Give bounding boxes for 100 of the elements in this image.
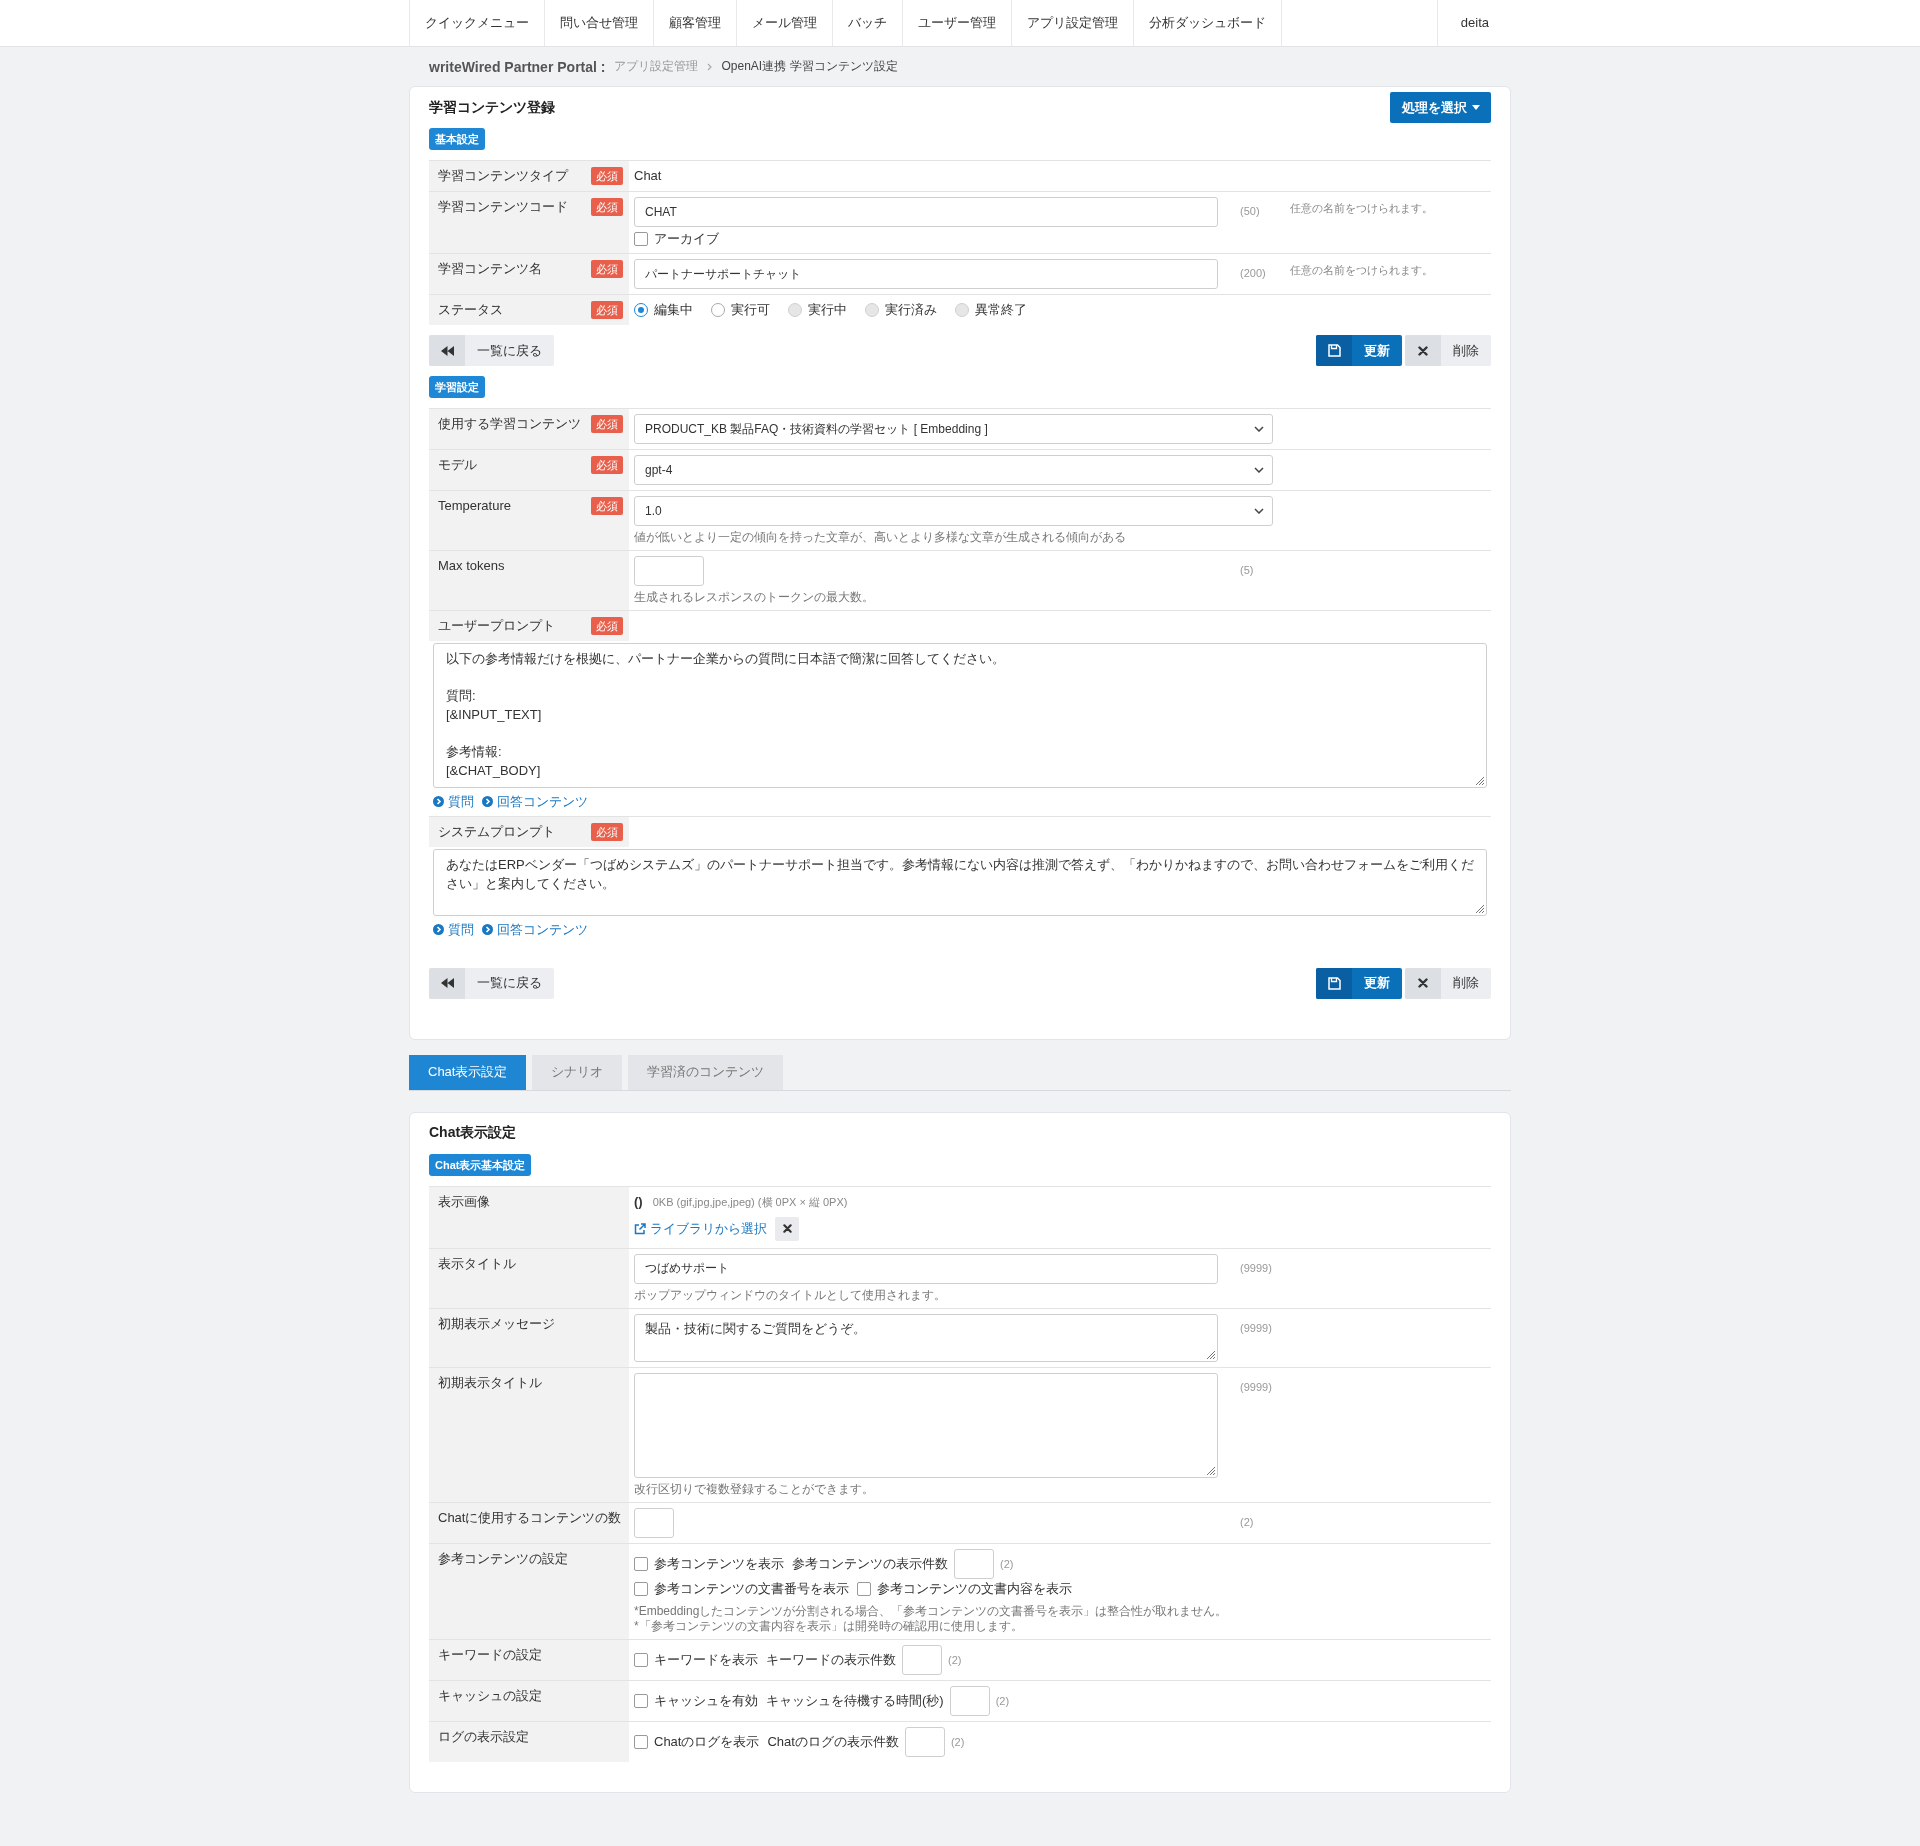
number-input[interactable] — [904, 1726, 945, 1757]
checkbox-label: Chatのログを表示 — [654, 1732, 760, 1751]
section-badge: 基本設定 — [429, 128, 485, 150]
update-button[interactable]: 更新 — [1316, 335, 1402, 366]
radio-button[interactable] — [711, 303, 725, 317]
field-label: キーワードの設定 — [438, 1645, 542, 1663]
required-tag: 必須 — [591, 456, 623, 474]
select-dropdown[interactable]: 1.0 — [634, 496, 1273, 526]
chevron-circle-icon — [433, 796, 444, 808]
help-text: ポップアップウィンドウのタイトルとして使用されます。 — [634, 1287, 947, 1303]
nav-menu-item[interactable]: ユーザー管理 — [903, 0, 1012, 46]
field-label: 参考コンテンツの設定 — [438, 1549, 568, 1567]
field-label: 初期表示タイトル — [438, 1373, 542, 1391]
delete-button[interactable]: 削除 — [1405, 967, 1491, 999]
panel-title: 学習コンテンツ登録 — [429, 98, 555, 117]
checkbox[interactable] — [634, 1556, 648, 1571]
user-menu[interactable]: deita — [1436, 0, 1511, 46]
prompt-link[interactable]: 質問 — [433, 792, 474, 811]
checkbox[interactable] — [857, 1581, 871, 1596]
cross-icon — [1405, 967, 1441, 999]
char-limit: (2) — [948, 1653, 962, 1666]
char-limit: (9999) — [1240, 1260, 1273, 1274]
side-note: 任意の名前をつけられます。 — [1290, 263, 1434, 278]
checkbox[interactable] — [634, 1581, 648, 1596]
field-label: 表示画像 — [438, 1192, 490, 1210]
update-button[interactable]: 更新 — [1316, 967, 1402, 999]
nav-menu-item[interactable]: バッチ — [833, 0, 903, 46]
select-dropdown[interactable]: gpt-4 — [634, 455, 1273, 485]
required-tag: 必須 — [591, 497, 623, 515]
text-input[interactable]: CHAT — [634, 197, 1218, 227]
field-label: システムプロンプト — [438, 822, 555, 840]
checkbox[interactable] — [634, 232, 648, 246]
text-input[interactable] — [634, 556, 704, 586]
radio-label: 実行中 — [808, 301, 847, 319]
prompt-link[interactable]: 回答コンテンツ — [482, 920, 588, 939]
back-button[interactable]: 一覧に戻る — [429, 967, 554, 999]
prompt-link[interactable]: 回答コンテンツ — [482, 792, 588, 811]
field-label: 学習コンテンツ名 — [438, 260, 542, 277]
field-label: 初期表示メッセージ — [438, 1314, 555, 1332]
tab[interactable]: Chat表示設定 — [409, 1054, 527, 1090]
nav-menu-item[interactable]: クイックメニュー — [409, 0, 545, 46]
checkbox-label: アーカイブ — [654, 230, 719, 248]
field-value: Chat — [634, 167, 663, 184]
field-label: Chatに使用するコンテンツの数 — [438, 1508, 622, 1526]
portal-name: writeWired Partner Portal : — [429, 58, 606, 75]
field-label: 使用する学習コンテンツ — [438, 415, 581, 432]
checkbox[interactable] — [634, 1734, 648, 1749]
tab[interactable]: 学習済のコンテンツ — [628, 1054, 784, 1090]
field-label: ログの表示設定 — [438, 1727, 529, 1745]
text-input[interactable] — [634, 1507, 674, 1538]
char-limit: (2) — [1000, 1557, 1014, 1570]
tab[interactable]: シナリオ — [532, 1054, 623, 1090]
select-dropdown[interactable]: PRODUCT_KB 製品FAQ・技術資料の学習セット [ Embedding ] — [634, 414, 1273, 444]
help-text: 改行区切りで複数登録することができます。 — [634, 1481, 875, 1497]
resize-grip-icon[interactable] — [1206, 1349, 1215, 1359]
nav-menu-item[interactable]: アプリ設定管理 — [1012, 0, 1134, 46]
checkbox-label: キーワードを表示 — [654, 1650, 758, 1669]
back-button[interactable]: 一覧に戻る — [429, 335, 554, 366]
resize-grip-icon[interactable] — [1475, 903, 1484, 913]
radio-button[interactable] — [634, 303, 648, 317]
side-note: 任意の名前をつけられます。 — [1290, 201, 1434, 216]
delete-button[interactable]: 削除 — [1405, 335, 1491, 366]
save-icon — [1316, 335, 1352, 366]
nav-menu-item[interactable]: メール管理 — [737, 0, 833, 46]
prompt-textarea[interactable]: 以下の参考情報だけを根拠に、パートナー企業からの質問に日本語で簡潔に回答してください。 質問: [&INPUT_TEXT] 参考情報: [&CHAT_BODY] — [433, 643, 1487, 788]
prompt-link[interactable]: 質問 — [433, 920, 474, 939]
checkbox[interactable] — [634, 1652, 648, 1667]
prompt-text-line: 質問: — [446, 687, 477, 706]
prompt-textarea[interactable]: あなたはERPベンダー「つばめシステムズ」のパートナーサポート担当です。参考情報にない内容は推測で答えず、「わかりかねますので、お問い合わせフォームをご利用ください」と案内してください。 — [433, 848, 1487, 916]
prompt-text-line: [&CHAT_BODY] — [446, 762, 542, 781]
field-label: モデル — [438, 456, 477, 473]
number-input[interactable] — [949, 1685, 990, 1716]
text-input[interactable]: パートナーサポートチャット — [634, 259, 1218, 289]
radio-label: 編集中 — [654, 301, 693, 319]
image-file-info: 0KB (gif,jpg,jpe,jpeg) (横 0PX × 縦 0PX) — [652, 1194, 848, 1210]
clear-button[interactable] — [775, 1216, 799, 1241]
external-link-icon — [634, 1222, 646, 1235]
chevron-right-icon — [707, 62, 713, 71]
resize-grip-icon[interactable] — [1475, 775, 1484, 785]
required-tag: 必須 — [591, 415, 623, 433]
textarea[interactable]: 製品・技術に関するご質問をどうぞ。 — [634, 1313, 1218, 1362]
nav-menu-item[interactable]: 分析ダッシュボード — [1134, 0, 1282, 46]
nav-menu-item[interactable]: 顧客管理 — [654, 0, 737, 46]
help-text: 生成されるレスポンスのトークンの最大数。 — [634, 590, 875, 605]
char-limit: (9999) — [1240, 1379, 1273, 1393]
checkbox[interactable] — [634, 1693, 648, 1708]
number-input[interactable] — [902, 1644, 942, 1675]
image-file-name: () — [634, 1193, 643, 1209]
number-input[interactable] — [954, 1548, 994, 1579]
nav-menu-item[interactable]: 問い合せ管理 — [545, 0, 654, 46]
field-label: ユーザープロンプト — [438, 617, 555, 634]
prompt-text-line: あなたはERPベンダー「つばめシステムズ」のパートナーサポート担当です。参考情報にない内容は推測で答えず、「わかりかねますので、お問い合わせフォームをご利用ください」と案内してください。 — [446, 855, 1474, 893]
required-tag: 必須 — [591, 301, 623, 319]
field-label: 学習コンテンツタイプ — [438, 167, 568, 184]
action-dropdown-button[interactable]: 処理を選択 — [1390, 92, 1491, 123]
text-input[interactable]: つばめサポート — [634, 1253, 1218, 1284]
library-select-link[interactable]: ライブラリから選択 — [634, 1219, 767, 1238]
save-icon — [1316, 967, 1352, 999]
resize-grip-icon[interactable] — [1206, 1465, 1215, 1475]
rewind-icon — [429, 967, 465, 999]
